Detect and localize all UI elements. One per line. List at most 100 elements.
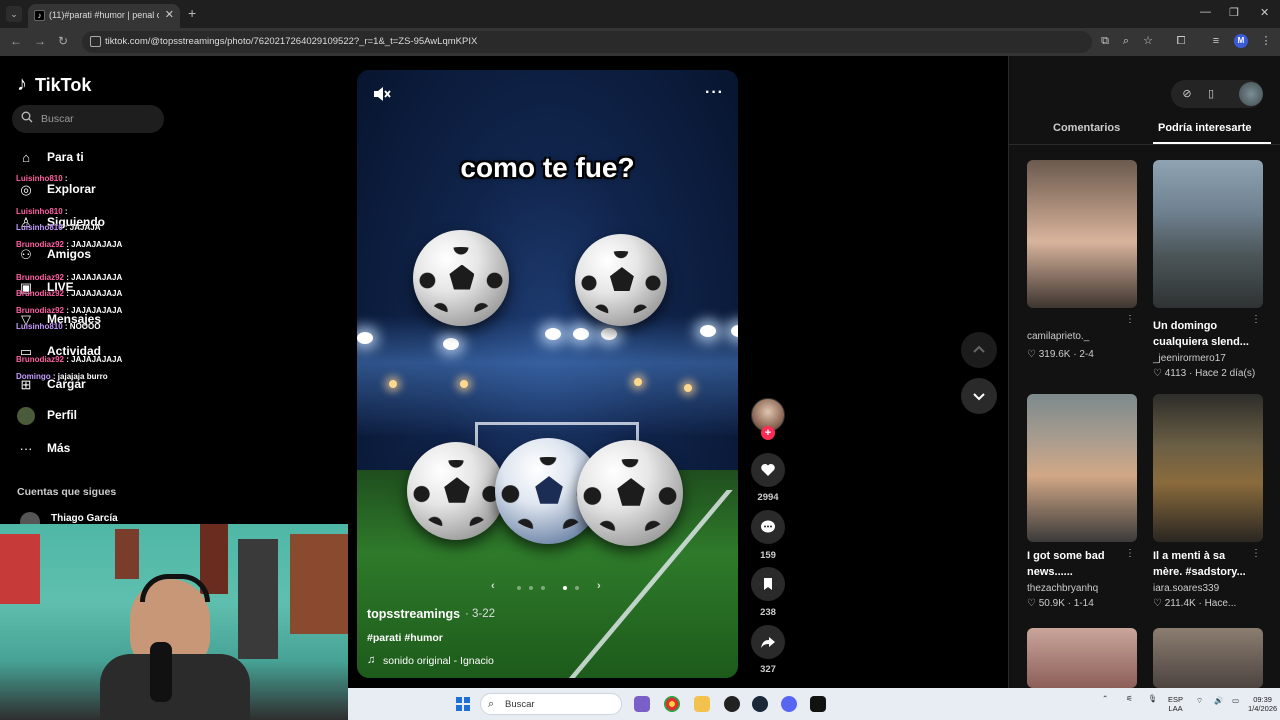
minimize-icon[interactable]: — [1200,6,1211,18]
phone-icon[interactable]: ▯ [1203,86,1219,102]
card-username[interactable]: _jeenirormero17 [1153,353,1226,364]
compass-icon[interactable]: ⊘ [1179,86,1195,102]
tab-comentarios[interactable]: Comentarios [1053,122,1120,134]
tab-close-icon[interactable]: ✕ [165,8,174,21]
card-username[interactable]: iara.soares339 [1153,583,1219,594]
app-icon[interactable] [810,696,826,712]
tab-search-button[interactable]: ⌄ [6,6,22,22]
carousel-dot-active[interactable] [563,586,567,590]
sidebar-item-para-ti[interactable]: ⌂ Para ti [17,144,177,172]
clock[interactable]: 09:39 1/4/2026 [1248,695,1277,713]
sidebar-item-amigos[interactable]: ⚇ Amigos [17,241,177,269]
tab-podria-interesarte[interactable]: Podría interesarte [1158,122,1252,134]
close-window-icon[interactable]: ✕ [1260,6,1269,19]
battery-icon[interactable]: ▭ [1232,696,1239,705]
more-options-icon[interactable]: ⋮ [1251,314,1261,325]
live-icon: ▣ [19,280,33,295]
sidebar-item-siguiendo[interactable]: ♙ Siguiendo [17,209,177,237]
maximize-icon[interactable]: ❐ [1229,6,1239,19]
more-options-icon[interactable]: ⋮ [1125,314,1135,325]
install-app-icon[interactable]: ⧉ [1099,35,1111,47]
card-stats: ♡ 50.9K · 1-14 [1027,598,1094,609]
mute-icon[interactable] [371,84,391,104]
wifi-icon[interactable]: ⌔ [1196,696,1203,705]
chevron-up-icon [973,345,985,353]
card-title[interactable]: Un domingo cualquiera slend... [1153,318,1253,350]
card-username[interactable]: thezachbryanhq [1027,583,1098,594]
sidebar-item-mensajes[interactable]: ▽ Mensajes [17,306,177,334]
forward-icon[interactable]: → [34,34,46,48]
taskbar-search[interactable]: ⌕ Buscar [480,693,622,715]
previous-post-button[interactable] [961,332,997,368]
steam-icon[interactable] [752,696,768,712]
video-thumbnail[interactable] [1153,160,1263,308]
new-tab-icon[interactable]: + [188,6,196,20]
card-title[interactable]: I got some bad news...... [1027,548,1127,580]
video-thumbnail[interactable] [1027,394,1137,542]
search-input[interactable]: Buscar [12,105,164,133]
bookmark-star-icon[interactable]: ☆ [1142,35,1154,47]
card-username[interactable]: camilaprieto._ [1027,331,1089,342]
browser-menu-icon[interactable]: ⋮ [1260,35,1272,47]
network-icon[interactable]: ⚟ [1126,694,1133,703]
video-thumbnail[interactable] [1153,628,1263,688]
profile-avatar[interactable]: M [1234,34,1248,48]
address-bar[interactable]: tiktok.com/@topsstreamings/photo/7620217… [82,31,1092,53]
microphone-tray-icon[interactable]: 🎙 [1148,694,1158,703]
tray-chevron-icon[interactable]: ⌃ [1102,694,1108,703]
discord-icon[interactable] [781,696,797,712]
video-thumbnail[interactable] [1027,628,1137,688]
save-button[interactable] [751,567,785,601]
video-thumbnail[interactable] [1153,394,1263,542]
follow-plus-icon[interactable]: + [761,426,775,440]
following-user[interactable]: Thiago García [51,513,118,524]
share-button[interactable] [751,625,785,659]
sidebar-item-perfil[interactable]: Perfil [17,402,177,430]
more-options-icon[interactable]: ··· [705,84,724,102]
card-title[interactable]: Il a menti à sa mère. #sadstory... [1153,548,1253,580]
post-media[interactable]: como te fue? ··· ‹ › topsstreamings · 3-… [357,70,738,678]
reload-icon[interactable]: ↻ [58,34,68,48]
carousel-dot[interactable] [529,586,533,590]
sidebar-item-live[interactable]: ▣ LIVE [17,274,177,302]
carousel-dot[interactable] [575,586,579,590]
soccer-ball [575,234,667,326]
windows-start-icon[interactable] [456,697,470,711]
reading-list-icon[interactable]: ≡ [1210,35,1222,47]
zoom-icon[interactable]: ⌕ [1120,35,1132,47]
site-info-icon[interactable] [90,36,101,47]
carousel-dot[interactable] [517,586,521,590]
search-placeholder: Buscar [41,113,74,125]
panel-tools: ⊘ ▯ [1171,80,1263,108]
next-post-button[interactable] [961,378,997,414]
post-hashtags[interactable]: #parati #humor [367,632,443,644]
more-options-icon[interactable]: ⋮ [1125,548,1135,559]
post-author[interactable]: topsstreamings [367,607,460,621]
carousel-dot[interactable] [541,586,545,590]
avatar[interactable] [1239,82,1263,106]
sidebar-item-actividad[interactable]: ▭ Actividad [17,338,177,366]
sidebar-item-label: Siguiendo [47,215,105,229]
extensions-icon[interactable]: ⧠ [1175,35,1187,47]
teams-icon[interactable] [634,696,650,712]
video-thumbnail[interactable] [1027,160,1137,308]
post-sound[interactable]: sonido original - Ignacio [383,655,494,667]
browser-tab[interactable]: ♪ (11)#parati #humor | penal can ✕ [28,4,180,28]
comment-button[interactable] [751,510,785,544]
sidebar-item-cargar[interactable]: ⊞ Cargar [17,371,177,399]
carousel-indicator: ‹ › [485,580,607,596]
url-text[interactable]: tiktok.com/@topsstreamings/photo/7620217… [105,36,477,47]
more-options-icon[interactable]: ⋮ [1251,548,1261,559]
file-explorer-icon[interactable] [694,696,710,712]
carousel-next-icon[interactable]: › [597,580,601,592]
carousel-prev-icon[interactable]: ‹ [491,580,495,592]
back-icon[interactable]: ← [10,34,22,48]
volume-icon[interactable]: 🔊 [1214,696,1223,705]
obs-icon[interactable] [724,696,740,712]
friends-icon: ⚇ [20,247,32,262]
language-indicator[interactable]: ESP LAA [1168,695,1183,713]
sidebar-item-mas[interactable]: ··· Más [17,435,177,463]
chrome-icon[interactable] [664,696,680,712]
sidebar-item-explorar[interactable]: ◎ Explorar [17,176,177,204]
like-button[interactable] [751,453,785,487]
